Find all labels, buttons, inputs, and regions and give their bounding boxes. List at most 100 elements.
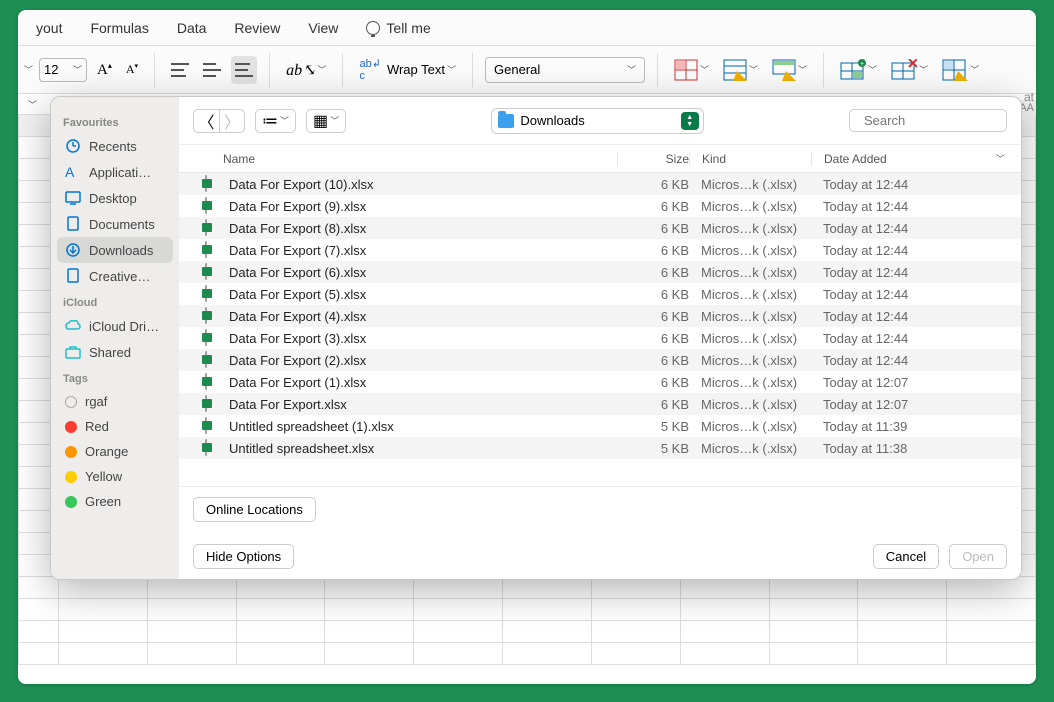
number-format-select[interactable]: General ﹀ bbox=[485, 57, 645, 83]
dialog-toolbar: 〈 〉 ≔﹀ ▦﹀ Downloads ▲▼ bbox=[179, 97, 1021, 145]
search-input[interactable] bbox=[864, 113, 1022, 128]
conditional-format-icon bbox=[674, 59, 698, 81]
chevron-down-icon: ﹀ bbox=[317, 63, 326, 76]
file-row[interactable]: Untitled spreadsheet.xlsx 5 KB Micros…k … bbox=[179, 437, 1021, 459]
documents-icon bbox=[65, 216, 81, 232]
file-size: 6 KB bbox=[617, 177, 689, 192]
sidebar-item-creative[interactable]: Creative… bbox=[57, 263, 173, 289]
sidebar-item-downloads[interactable]: Downloads bbox=[57, 237, 173, 263]
online-locations-button[interactable]: Online Locations bbox=[193, 497, 316, 522]
file-kind: Micros…k (.xlsx) bbox=[689, 199, 811, 214]
tag-dot-icon bbox=[65, 446, 77, 458]
file-row[interactable]: Data For Export (2).xlsx 6 KB Micros…k (… bbox=[179, 349, 1021, 371]
file-row[interactable]: Data For Export (1).xlsx 6 KB Micros…k (… bbox=[179, 371, 1021, 393]
conditional-format-button[interactable]: ﹀ bbox=[670, 56, 713, 84]
sidebar-item-applications[interactable]: AApplicati… bbox=[57, 159, 173, 185]
sidebar-item-icloud-drive[interactable]: iCloud Dri… bbox=[57, 313, 173, 339]
file-size: 5 KB bbox=[617, 419, 689, 434]
chevron-down-icon: ﹀ bbox=[798, 63, 807, 76]
tab-review[interactable]: Review bbox=[220, 12, 294, 44]
align-top-button[interactable] bbox=[167, 56, 193, 84]
sidebar-item-recents[interactable]: Recents bbox=[57, 133, 173, 159]
tab-formulas[interactable]: Formulas bbox=[76, 12, 162, 44]
sidebar-item-shared[interactable]: Shared bbox=[57, 339, 173, 365]
file-row[interactable]: Data For Export (3).xlsx 6 KB Micros…k (… bbox=[179, 327, 1021, 349]
file-size: 6 KB bbox=[617, 353, 689, 368]
orientation-button[interactable]: ab⤡ ﹀ bbox=[282, 56, 330, 84]
sidebar-item-desktop[interactable]: Desktop bbox=[57, 185, 173, 211]
file-row[interactable]: Data For Export (5).xlsx 6 KB Micros…k (… bbox=[179, 283, 1021, 305]
file-row[interactable]: Data For Export (9).xlsx 6 KB Micros…k (… bbox=[179, 195, 1021, 217]
header-size[interactable]: Size bbox=[617, 152, 689, 166]
align-middle-icon bbox=[203, 63, 221, 77]
sidebar-tag-green[interactable]: Green bbox=[57, 489, 173, 514]
sidebar-tag-orange[interactable]: Orange bbox=[57, 439, 173, 464]
tab-view[interactable]: View bbox=[294, 12, 352, 44]
section-tags: Tags bbox=[57, 365, 173, 389]
insert-cells-button[interactable]: + ﹀ bbox=[836, 56, 881, 84]
increase-font-button[interactable]: A▴ bbox=[93, 56, 116, 84]
file-size: 6 KB bbox=[617, 243, 689, 258]
tell-me[interactable]: Tell me bbox=[352, 12, 444, 44]
cell-styles-icon bbox=[772, 59, 796, 81]
sidebar-label: Creative… bbox=[89, 269, 150, 284]
cancel-button[interactable]: Cancel bbox=[873, 544, 939, 569]
ribbon: ﹀ 12 ﹀ A▴ A▾ ab⤡ ﹀ ab↲c Wrap Text ﹀ Gene… bbox=[18, 46, 1036, 94]
sidebar-label: iCloud Dri… bbox=[89, 319, 159, 334]
hide-options-button[interactable]: Hide Options bbox=[193, 544, 294, 569]
downloads-icon bbox=[65, 242, 81, 258]
align-bottom-button[interactable] bbox=[231, 56, 257, 84]
file-date: Today at 12:44 bbox=[811, 353, 1005, 368]
file-name: Data For Export (10).xlsx bbox=[229, 177, 617, 192]
view-list-button[interactable]: ≔﹀ bbox=[255, 109, 296, 133]
open-button[interactable]: Open bbox=[949, 544, 1007, 569]
header-kind[interactable]: Kind bbox=[689, 152, 811, 166]
file-name: Data For Export (7).xlsx bbox=[229, 243, 617, 258]
file-row[interactable]: Data For Export (6).xlsx 6 KB Micros…k (… bbox=[179, 261, 1021, 283]
back-button[interactable]: 〈 bbox=[193, 109, 219, 133]
font-size-select[interactable]: 12 ﹀ bbox=[39, 58, 87, 82]
file-row[interactable]: Data For Export.xlsx 6 KB Micros…k (.xls… bbox=[179, 393, 1021, 415]
tab-data[interactable]: Data bbox=[163, 12, 221, 44]
group-button[interactable]: ▦﹀ bbox=[306, 109, 346, 133]
file-date: Today at 12:07 bbox=[811, 397, 1005, 412]
decrease-font-button[interactable]: A▾ bbox=[122, 56, 142, 84]
partial-text: at bbox=[1024, 90, 1034, 104]
chevron-down-icon: ﹀ bbox=[280, 114, 289, 127]
header-date[interactable]: Date Added﹀ bbox=[811, 152, 1005, 166]
align-middle-button[interactable] bbox=[199, 56, 225, 84]
file-list[interactable]: Data For Export (10).xlsx 6 KB Micros…k … bbox=[179, 173, 1021, 486]
sidebar-item-documents[interactable]: Documents bbox=[57, 211, 173, 237]
tab-layout[interactable]: yout bbox=[22, 12, 76, 44]
file-row[interactable]: Data For Export (4).xlsx 6 KB Micros…k (… bbox=[179, 305, 1021, 327]
sidebar-label: rgaf bbox=[85, 394, 107, 409]
file-row[interactable]: Untitled spreadsheet (1).xlsx 5 KB Micro… bbox=[179, 415, 1021, 437]
header-name[interactable]: Name bbox=[195, 152, 617, 166]
tag-dot-icon bbox=[65, 421, 77, 433]
cell-styles-button[interactable]: ﹀ bbox=[768, 56, 811, 84]
sidebar-label: Applicati… bbox=[89, 165, 151, 180]
sidebar-tag-yellow[interactable]: Yellow bbox=[57, 464, 173, 489]
sidebar-tag-rgaf[interactable]: rgaf bbox=[57, 389, 173, 414]
excel-file-icon bbox=[205, 242, 221, 258]
sidebar-tag-red[interactable]: Red bbox=[57, 414, 173, 439]
file-row[interactable]: Data For Export (7).xlsx 6 KB Micros…k (… bbox=[179, 239, 1021, 261]
location-selector[interactable]: Downloads ▲▼ bbox=[491, 108, 703, 134]
file-row[interactable]: Data For Export (10).xlsx 6 KB Micros…k … bbox=[179, 173, 1021, 195]
format-table-button[interactable]: ﹀ bbox=[719, 56, 762, 84]
file-date: Today at 12:07 bbox=[811, 375, 1005, 390]
dropdown-icon[interactable]: ﹀ bbox=[24, 63, 33, 76]
search-field[interactable] bbox=[849, 109, 1007, 132]
file-kind: Micros…k (.xlsx) bbox=[689, 397, 811, 412]
delete-cells-button[interactable]: ﹀ bbox=[887, 56, 932, 84]
svg-text:+: + bbox=[860, 61, 864, 68]
number-format-value: General bbox=[494, 62, 540, 77]
chevron-down-icon: ﹀ bbox=[330, 114, 339, 127]
dialog-bottom: Online Locations Hide Options Cancel Ope… bbox=[179, 486, 1021, 579]
format-cells-button[interactable]: ﹀ bbox=[938, 56, 983, 84]
file-row[interactable]: Data For Export (8).xlsx 6 KB Micros…k (… bbox=[179, 217, 1021, 239]
forward-button[interactable]: 〉 bbox=[219, 109, 245, 133]
sidebar-label: Desktop bbox=[89, 191, 137, 206]
orientation-icon: ab⤡ bbox=[286, 60, 315, 80]
wrap-text-button[interactable]: ab↲c Wrap Text ﹀ bbox=[355, 56, 460, 84]
